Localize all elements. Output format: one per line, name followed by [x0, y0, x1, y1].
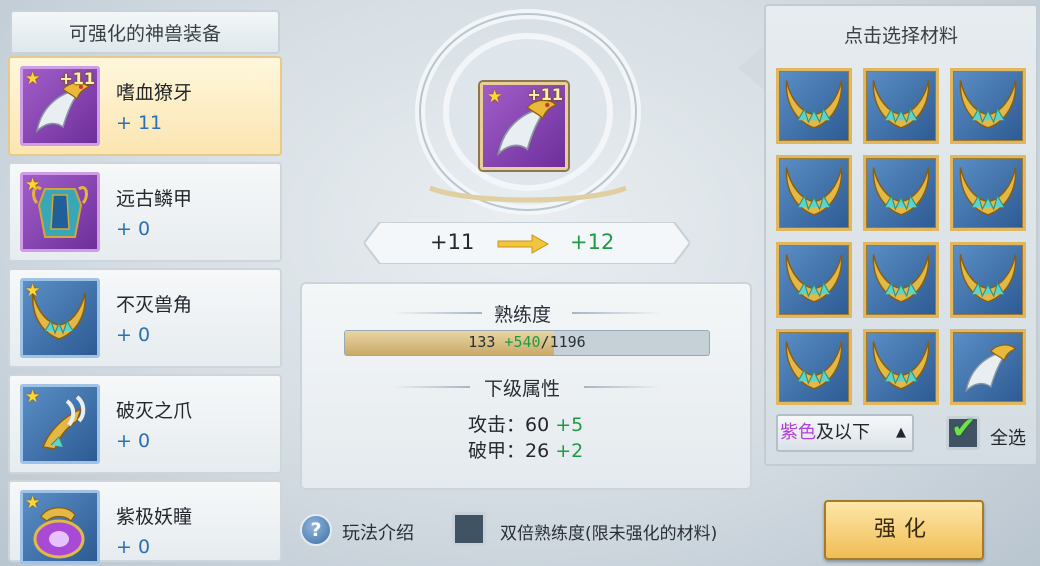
double-proficiency-label: 双倍熟练度(限未强化的材料) — [500, 524, 718, 544]
stat-attack-gain: +5 — [555, 414, 584, 436]
equipment-list-title: 可强化的神兽装备 — [10, 10, 280, 54]
equip-item-嗜血獠牙[interactable]: ★ +11 嗜血獠牙 + 11 — [8, 56, 282, 156]
horn-icon — [779, 167, 849, 228]
equip-item-level: + 0 — [116, 430, 151, 452]
checkmark-icon: ✔ — [951, 411, 977, 446]
proficiency-progress-bar: 133 +540/1196 — [344, 330, 710, 356]
horn-icon — [953, 167, 1023, 228]
material-slot[interactable] — [950, 155, 1026, 231]
fang-icon: ★ +11 — [20, 66, 100, 146]
equip-item-破灭之爪[interactable]: ★ 破灭之爪 + 0 — [8, 374, 282, 474]
rarity-filter-dropdown[interactable]: 紫色及以下 ▲ — [776, 414, 914, 452]
stat-row-attack: 攻击：60 +5 — [468, 410, 583, 437]
equip-item-level: + 0 — [116, 324, 151, 346]
material-slot[interactable] — [776, 155, 852, 231]
arrow-right-icon — [497, 234, 550, 254]
material-slot[interactable] — [863, 242, 939, 318]
material-slot[interactable] — [776, 329, 852, 405]
horn-icon — [779, 80, 849, 141]
caret-up-icon: ▲ — [896, 425, 906, 440]
stat-row-armor-pierce: 破甲：26 +2 — [468, 436, 583, 463]
material-slot[interactable] — [950, 68, 1026, 144]
material-slot[interactable] — [950, 329, 1026, 405]
proficiency-max: /1196 — [540, 333, 586, 351]
select-all-label: 全选 — [990, 428, 1026, 449]
horn-icon — [866, 254, 936, 315]
help-link[interactable]: 玩法介绍 — [342, 519, 414, 545]
equip-item-name: 不灭兽角 — [116, 294, 193, 316]
material-slot[interactable] — [776, 68, 852, 144]
horn-icon — [779, 254, 849, 315]
horn-icon: ★ — [20, 278, 100, 358]
next-level-stats-title: 下级属性 — [484, 378, 561, 400]
select-all-checkbox[interactable]: ✔ — [946, 411, 980, 450]
material-panel-title: 点击选择材料 — [843, 25, 958, 47]
rarity-star-icon: ★ — [25, 281, 41, 301]
equipment-list-panel: 可强化的神兽装备 ★ +11 嗜血獠牙 + 11 ★ 远古鳞甲 + 0 ★ 不灭… — [4, 6, 282, 564]
title-ornament-right — [584, 386, 662, 388]
enhance-level-badge: +11 — [59, 69, 95, 88]
title-ornament-left — [392, 386, 470, 388]
stat-armor-pierce-gain: +2 — [555, 440, 584, 462]
horn-icon — [866, 341, 936, 402]
material-slot[interactable] — [863, 68, 939, 144]
fang-icon — [953, 344, 1023, 402]
horn-icon — [953, 80, 1023, 141]
rarity-star-icon: ★ — [25, 493, 41, 513]
equip-item-name: 破灭之爪 — [116, 400, 193, 422]
rarity-star-icon: ★ — [25, 387, 41, 407]
stat-attack-value: 攻击：60 — [468, 414, 550, 436]
enhance-level-badge: +11 — [527, 85, 563, 104]
claw-icon: ★ — [20, 384, 100, 464]
equip-item-level: + 0 — [116, 218, 151, 240]
enhance-button[interactable]: 强化 — [824, 500, 984, 560]
equip-item-level: + 0 — [116, 536, 151, 558]
title-ornament-left — [392, 312, 482, 314]
proficiency-title: 熟练度 — [494, 304, 552, 326]
selected-equipment-slot[interactable]: ★ +11 — [480, 82, 568, 170]
filter-rarity-word: 紫色 — [780, 422, 816, 443]
double-proficiency-checkbox[interactable] — [452, 512, 486, 546]
equip-item-name: 嗜血獠牙 — [116, 82, 193, 104]
equip-item-远古鳞甲[interactable]: ★ 远古鳞甲 + 0 — [8, 162, 282, 262]
title-ornament-right — [572, 312, 662, 314]
stat-armor-pierce-value: 破甲：26 — [468, 440, 550, 462]
next-enhance-level: +12 — [570, 230, 615, 254]
filter-rest-label: 及以下 — [816, 422, 870, 443]
material-slot[interactable] — [863, 155, 939, 231]
scale-armor-icon: ★ — [20, 172, 100, 252]
proficiency-gain: +540 — [504, 333, 541, 351]
equip-item-紫极妖瞳[interactable]: ★ 紫极妖瞳 + 0 — [8, 480, 282, 564]
current-enhance-level: +11 — [430, 230, 475, 254]
proficiency-readout: 133 +540/1196 — [345, 333, 709, 351]
material-slot[interactable] — [776, 242, 852, 318]
material-slot[interactable] — [950, 242, 1026, 318]
help-icon[interactable]: ? — [300, 514, 332, 546]
equip-item-不灭兽角[interactable]: ★ 不灭兽角 + 0 — [8, 268, 282, 368]
horn-icon — [953, 254, 1023, 315]
equip-item-name: 远古鳞甲 — [116, 188, 193, 210]
rarity-star-icon: ★ — [487, 87, 503, 107]
horn-icon — [866, 167, 936, 228]
rarity-star-icon: ★ — [25, 69, 41, 89]
material-slot[interactable] — [863, 329, 939, 405]
demon-eye-icon: ★ — [20, 490, 100, 564]
proficiency-current: 133 — [468, 333, 496, 351]
equip-item-name: 紫极妖瞳 — [116, 506, 193, 528]
equip-item-level: + 11 — [116, 112, 163, 134]
horn-icon — [866, 80, 936, 141]
rarity-star-icon: ★ — [25, 175, 41, 195]
panel-pointer-arrow — [738, 44, 766, 92]
horn-icon — [779, 341, 849, 402]
